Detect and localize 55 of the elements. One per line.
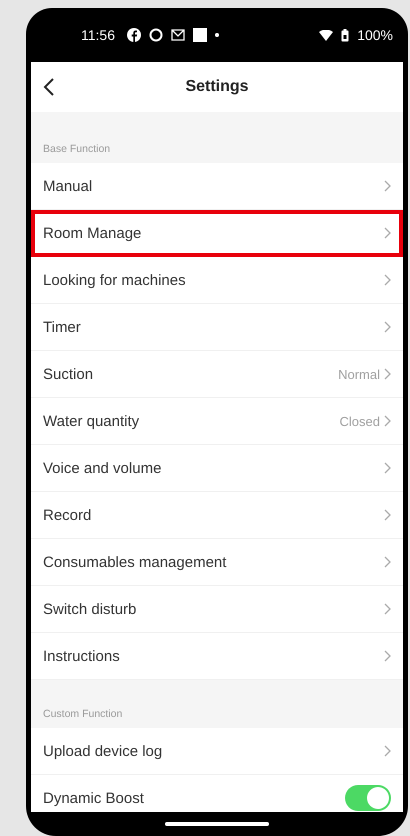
chevron-right-icon <box>384 227 391 239</box>
row-label: Upload device log <box>43 742 164 760</box>
row-label: Instructions <box>43 648 121 664</box>
settings-row[interactable]: Looking for machines <box>31 257 403 304</box>
status-time: 11:56 <box>81 27 115 43</box>
square-icon <box>193 28 207 42</box>
battery-icon <box>341 28 350 42</box>
page-title: Settings <box>185 78 249 96</box>
settings-row[interactable]: Voice and volume <box>31 445 403 492</box>
chevron-right-icon <box>384 509 391 521</box>
setting-value: Normal <box>338 366 380 382</box>
chevron-right-icon <box>384 650 391 662</box>
chevron-right-icon <box>384 321 391 333</box>
chevron-right-icon <box>384 180 391 192</box>
row-label: Consumables management <box>43 554 228 570</box>
settings-row[interactable]: Instructions <box>31 633 403 680</box>
mail-icon <box>171 29 185 41</box>
section-header: Custom Function <box>43 708 122 720</box>
back-icon[interactable] <box>43 78 55 96</box>
section-header: Base Function <box>43 143 110 155</box>
settings-row[interactable]: Room Manage <box>31 210 403 257</box>
wifi-icon <box>319 30 334 40</box>
row-label: Room Manage <box>43 224 142 242</box>
facebook-icon <box>127 28 141 42</box>
settings-row[interactable]: Manual <box>31 163 403 210</box>
chevron-right-icon <box>384 415 391 427</box>
settings-row[interactable]: Dynamic Boost <box>31 775 403 812</box>
chevron-right-icon <box>384 368 391 380</box>
row-label: Manual <box>43 178 94 194</box>
row-label: Voice and volume <box>43 460 162 476</box>
row-label: Looking for machines <box>43 272 187 288</box>
settings-row[interactable]: Suction Normal <box>31 351 403 398</box>
settings-row[interactable]: Switch disturb <box>31 586 403 633</box>
battery-percent: 100% <box>357 27 393 43</box>
settings-row[interactable]: Water quantity Closed <box>31 398 403 445</box>
chevron-right-icon <box>384 745 391 757</box>
row-label: Dynamic Boost <box>43 790 145 806</box>
settings-row[interactable]: Consumables management <box>31 539 403 586</box>
settings-row[interactable]: Upload device log <box>31 728 403 775</box>
home-indicator[interactable] <box>165 822 269 826</box>
settings-row[interactable]: Timer <box>31 304 403 351</box>
chevron-right-icon <box>384 603 391 615</box>
row-label: Timer <box>43 318 82 336</box>
setting-value: Closed <box>340 414 380 428</box>
row-label: Switch disturb <box>43 600 138 618</box>
chevron-right-icon <box>384 462 391 474</box>
row-label: Water quantity <box>43 412 140 430</box>
chevron-right-icon <box>384 556 391 568</box>
toggle-switch[interactable] <box>345 785 391 811</box>
row-label: Suction <box>43 366 94 382</box>
circle-icon <box>149 28 163 42</box>
row-label: Record <box>43 506 92 524</box>
dot-icon <box>215 33 219 37</box>
chevron-right-icon <box>384 274 391 286</box>
settings-row[interactable]: Record <box>31 492 403 539</box>
